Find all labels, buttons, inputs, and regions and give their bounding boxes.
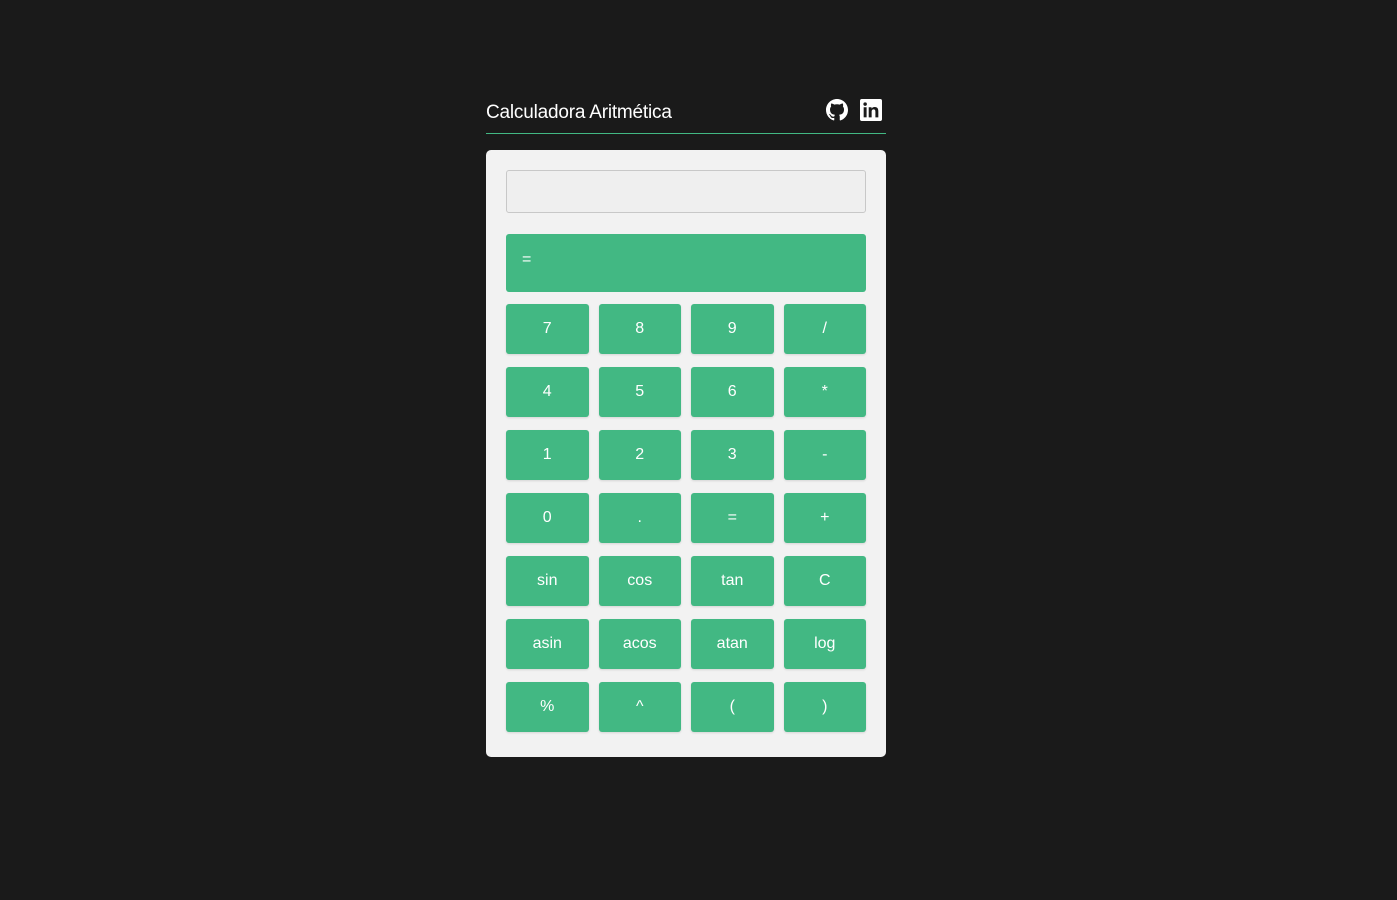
key-0[interactable]: 0: [506, 493, 589, 543]
header: Calculadora Aritmética: [486, 95, 886, 134]
key-subtract[interactable]: -: [783, 430, 866, 480]
key-decimal[interactable]: .: [598, 493, 681, 543]
key-1[interactable]: 1: [506, 430, 589, 480]
calculator-app: Calculadora Aritmética = 7 8 9 / 4 5 6 *…: [486, 95, 886, 757]
key-9[interactable]: 9: [691, 304, 774, 354]
key-4[interactable]: 4: [506, 367, 589, 417]
key-multiply[interactable]: *: [783, 367, 866, 417]
key-8[interactable]: 8: [598, 304, 681, 354]
key-cos[interactable]: cos: [598, 556, 681, 606]
key-clear[interactable]: C: [783, 556, 866, 606]
github-icon[interactable]: [826, 99, 848, 121]
key-2[interactable]: 2: [598, 430, 681, 480]
key-acos[interactable]: acos: [598, 619, 681, 669]
key-tan[interactable]: tan: [691, 556, 774, 606]
page-title: Calculadora Aritmética: [486, 102, 672, 123]
key-6[interactable]: 6: [691, 367, 774, 417]
expression-input[interactable]: [506, 170, 866, 213]
key-open-paren[interactable]: (: [691, 682, 774, 732]
key-percent[interactable]: %: [506, 682, 589, 732]
social-links: [826, 99, 882, 121]
key-asin[interactable]: asin: [506, 619, 589, 669]
key-5[interactable]: 5: [598, 367, 681, 417]
key-atan[interactable]: atan: [691, 619, 774, 669]
key-log[interactable]: log: [783, 619, 866, 669]
key-7[interactable]: 7: [506, 304, 589, 354]
result-display: =: [506, 234, 866, 292]
calculator-panel: = 7 8 9 / 4 5 6 * 1 2 3 - 0 . = + sin co…: [486, 150, 886, 757]
linkedin-icon[interactable]: [860, 99, 882, 121]
key-equals[interactable]: =: [691, 493, 774, 543]
key-3[interactable]: 3: [691, 430, 774, 480]
key-add[interactable]: +: [783, 493, 866, 543]
key-power[interactable]: ^: [598, 682, 681, 732]
key-close-paren[interactable]: ): [783, 682, 866, 732]
key-sin[interactable]: sin: [506, 556, 589, 606]
key-divide[interactable]: /: [783, 304, 866, 354]
result-label: =: [522, 251, 532, 268]
keypad: 7 8 9 / 4 5 6 * 1 2 3 - 0 . = + sin cos …: [506, 304, 866, 732]
